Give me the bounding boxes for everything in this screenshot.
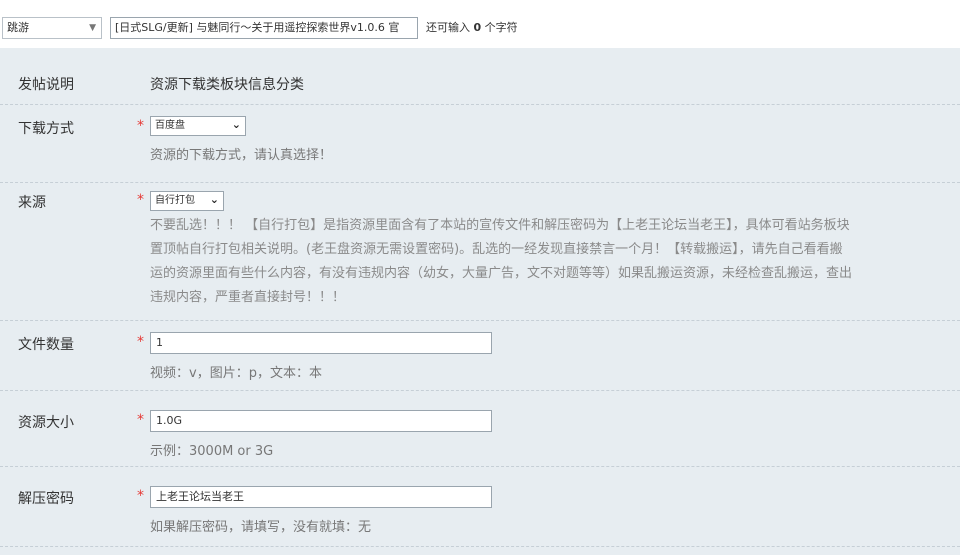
download-method-selected: 百度盘 <box>155 120 185 131</box>
size-input[interactable]: 1.0G <box>150 410 492 432</box>
category-select-value: 跳游 <box>7 21 29 34</box>
password-input[interactable]: 上老王论坛当老王 <box>150 486 492 508</box>
char-counter-prefix: 还可输入 <box>426 21 470 34</box>
row-size: 资源大小 * 1.0G 示例：3000M or 3G <box>0 390 960 467</box>
char-counter-count: 0 <box>473 21 482 34</box>
source-hint-line: 不要乱选！！！ 【自行打包】是指资源里面含有了本站的宣传文件和解压密码为【上老王… <box>150 218 850 233</box>
file-count-hint: 视频：v，图片：p，文本：本 <box>150 366 322 381</box>
file-count-label: 文件数量 <box>18 337 74 353</box>
row-download-method: 下载方式 * 百度盘 ⌄ 资源的下载方式，请认真选择！ <box>0 104 960 183</box>
row-password: 解压密码 * 上老王论坛当老王 如果解压密码，请填写，没有就填：无 <box>0 466 960 547</box>
thread-type-panel: 发帖说明 资源下载类板块信息分类 下载方式 * 百度盘 ⌄ 资源的下载方式，请认… <box>0 48 960 555</box>
chevron-down-icon: ⌄ <box>231 118 241 131</box>
post-note-value: 资源下载类板块信息分类 <box>150 77 304 93</box>
download-method-select[interactable]: 百度盘 ⌄ <box>150 116 246 136</box>
chevron-down-icon: ⌄ <box>209 193 219 206</box>
row-file-count: 文件数量 * 1 视频：v，图片：p，文本：本 <box>0 320 960 391</box>
post-note-label: 发帖说明 <box>18 77 74 93</box>
source-select[interactable]: 自行打包 ⌄ <box>150 191 224 211</box>
source-label: 来源 <box>18 195 46 211</box>
post-header-bar: 跳游 ▼ [日式SLG/更新] 与魅同行～关于用遥控探索世界v1.0.6 官 还… <box>0 0 960 49</box>
required-mark: * <box>137 334 144 350</box>
chevron-down-icon: ▼ <box>89 23 96 33</box>
source-hint-line: 运的资源里面有些什么内容，有没有违规内容（幼女，大量广告，文不对题等等）如果乱搬… <box>150 266 853 281</box>
size-hint: 示例：3000M or 3G <box>150 444 274 459</box>
source-hint-line: 违规内容，严重者直接封号！！！ <box>150 290 346 305</box>
size-label: 资源大小 <box>18 415 74 431</box>
required-mark: * <box>137 192 144 208</box>
required-mark: * <box>137 118 144 134</box>
download-method-hint: 资源的下载方式，请认真选择！ <box>150 148 333 163</box>
required-mark: * <box>137 488 144 504</box>
source-hint: 不要乱选！！！ 【自行打包】是指资源里面含有了本站的宣传文件和解压密码为【上老王… <box>150 214 960 310</box>
file-count-input[interactable]: 1 <box>150 332 492 354</box>
category-select[interactable]: 跳游 ▼ <box>2 17 102 39</box>
title-input[interactable]: [日式SLG/更新] 与魅同行～关于用遥控探索世界v1.0.6 官 <box>110 17 418 39</box>
row-source: 来源 * 自行打包 ⌄ 不要乱选！！！ 【自行打包】是指资源里面含有了本站的宣传… <box>0 182 960 321</box>
row-post-note: 发帖说明 资源下载类板块信息分类 <box>0 48 960 105</box>
source-selected: 自行打包 <box>155 195 195 206</box>
password-hint: 如果解压密码，请填写，没有就填：无 <box>150 520 372 535</box>
download-method-label: 下载方式 <box>18 121 74 137</box>
source-hint-line: 置顶帖自行打包相关说明。(老王盘资源无需设置密码)。乱选的一经发现直接禁言一个月… <box>150 242 843 257</box>
char-counter: 还可输入 0 个字符 <box>426 19 518 35</box>
required-mark: * <box>137 412 144 428</box>
char-counter-suffix: 个字符 <box>484 21 518 34</box>
password-label: 解压密码 <box>18 491 74 507</box>
